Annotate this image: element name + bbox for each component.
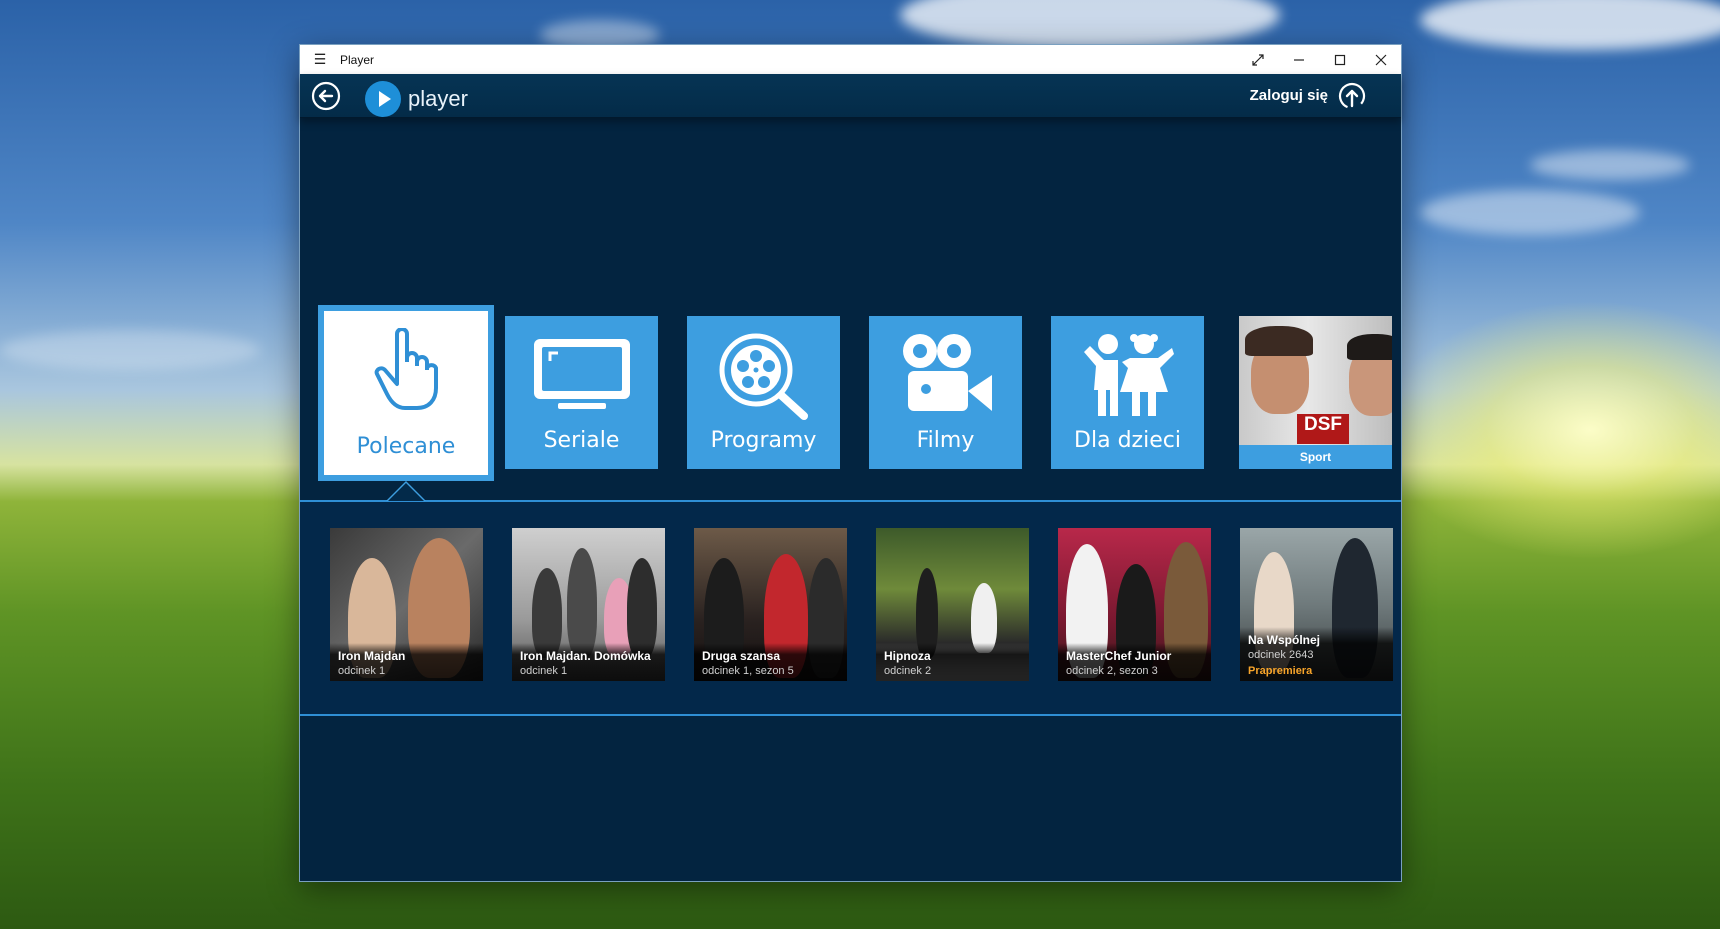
wallpaper-cloud [0, 330, 260, 370]
card-caption: Iron Majdan odcinek 1 [330, 643, 483, 681]
content-card[interactable]: Na Wspólnej odcinek 2643 Prapremiera [1240, 528, 1393, 681]
fighter-hair [1245, 326, 1313, 356]
kids-icon [1051, 330, 1204, 420]
app-logo[interactable]: player [365, 81, 468, 117]
upload-arrow-icon [1338, 82, 1366, 110]
maximize-button[interactable] [1319, 45, 1360, 74]
category-tile-sport[interactable]: DSF Sport [1239, 316, 1392, 469]
category-label: Programy [710, 428, 817, 453]
fullscreen-button[interactable] [1237, 45, 1278, 74]
tv-icon [505, 330, 658, 420]
hand-pointer-icon [324, 325, 488, 415]
back-button[interactable] [311, 81, 341, 111]
minimize-icon [1293, 58, 1304, 61]
person-shape [567, 548, 597, 658]
card-caption: Iron Majdan. Domówka odcinek 1 [512, 643, 665, 681]
category-label: Dla dzieci [1074, 428, 1181, 453]
content-card[interactable]: Hipnoza odcinek 2 [876, 528, 1029, 681]
content-card[interactable]: MasterChef Junior odcinek 2, sezon 3 [1058, 528, 1211, 681]
film-reel-search-icon [687, 330, 840, 420]
play-logo-icon [365, 81, 401, 117]
card-subtitle: odcinek 2 [884, 665, 932, 677]
category-tile-filmy[interactable]: Filmy [869, 316, 1022, 469]
login-link[interactable]: Zaloguj się [1250, 87, 1328, 104]
premiere-badge: Prapremiera [1248, 665, 1313, 677]
category-tile-dla-dzieci[interactable]: Dla dzieci [1051, 316, 1204, 469]
card-caption: MasterChef Junior odcinek 2, sezon 3 [1058, 643, 1211, 681]
card-title: Druga szansa [702, 649, 781, 663]
card-title: Na Wspólnej [1248, 633, 1321, 647]
category-tile-programy[interactable]: Programy [687, 316, 840, 469]
card-title: Hipnoza [884, 649, 931, 663]
wallpaper-cloud [900, 0, 1280, 50]
fighter-hair [1347, 334, 1392, 360]
app-window: ☰ Player player Zaloguj się Polecane Ser… [300, 45, 1401, 881]
card-subtitle: odcinek 1 [338, 665, 386, 677]
card-subtitle: odcinek 1 [520, 665, 568, 677]
minimize-button[interactable] [1278, 45, 1319, 74]
category-tiles: Polecane Seriale Programy Filmy Dla dzie… [300, 302, 1401, 482]
wallpaper-cloud [1420, 190, 1640, 235]
recommended-strip: Iron Majdan odcinek 1 Iron Majdan. Domów… [300, 500, 1401, 716]
hamburger-menu-icon[interactable]: ☰ [300, 51, 340, 68]
selected-category-pointer-fill [388, 483, 424, 501]
app-header: player Zaloguj się [300, 74, 1401, 118]
wallpaper-sun [1380, 300, 1720, 560]
content-card[interactable]: Iron Majdan odcinek 1 [330, 528, 483, 681]
card-title: MasterChef Junior [1066, 649, 1172, 663]
wallpaper-cloud [1530, 150, 1690, 180]
category-label: Polecane [356, 434, 456, 459]
content-card[interactable]: Iron Majdan. Domówka odcinek 1 [512, 528, 665, 681]
window-titlebar: ☰ Player [300, 45, 1401, 74]
card-caption: Hipnoza odcinek 2 [876, 643, 1029, 681]
card-caption: Druga szansa odcinek 1, sezon 5 [694, 643, 847, 681]
card-title: Iron Majdan [338, 649, 406, 663]
login-button[interactable] [1338, 82, 1366, 110]
category-tile-polecane[interactable]: Polecane [318, 305, 494, 481]
logo-text: player [408, 86, 468, 111]
close-icon [1375, 54, 1386, 65]
card-subtitle: odcinek 2643 [1248, 649, 1314, 661]
category-label: Seriale [543, 428, 620, 453]
movie-camera-icon [869, 330, 1022, 420]
category-label: Filmy [916, 428, 975, 453]
content-card[interactable]: Druga szansa odcinek 1, sezon 5 [694, 528, 847, 681]
card-caption: Na Wspólnej odcinek 2643 Prapremiera [1240, 627, 1393, 681]
expand-icon [1251, 53, 1264, 66]
category-label: Sport [1239, 445, 1392, 469]
card-subtitle: odcinek 2, sezon 3 [1066, 665, 1158, 677]
wallpaper-cloud [1420, 0, 1720, 50]
card-subtitle: odcinek 1, sezon 5 [702, 665, 794, 677]
window-controls [1237, 45, 1401, 74]
sport-logo: DSF [1297, 414, 1349, 444]
window-title: Player [340, 52, 375, 67]
card-title: Iron Majdan. Domówka [520, 649, 651, 663]
close-button[interactable] [1360, 45, 1401, 74]
category-tile-seriale[interactable]: Seriale [505, 316, 658, 469]
back-arrow-icon [311, 81, 341, 111]
maximize-icon [1334, 54, 1345, 65]
